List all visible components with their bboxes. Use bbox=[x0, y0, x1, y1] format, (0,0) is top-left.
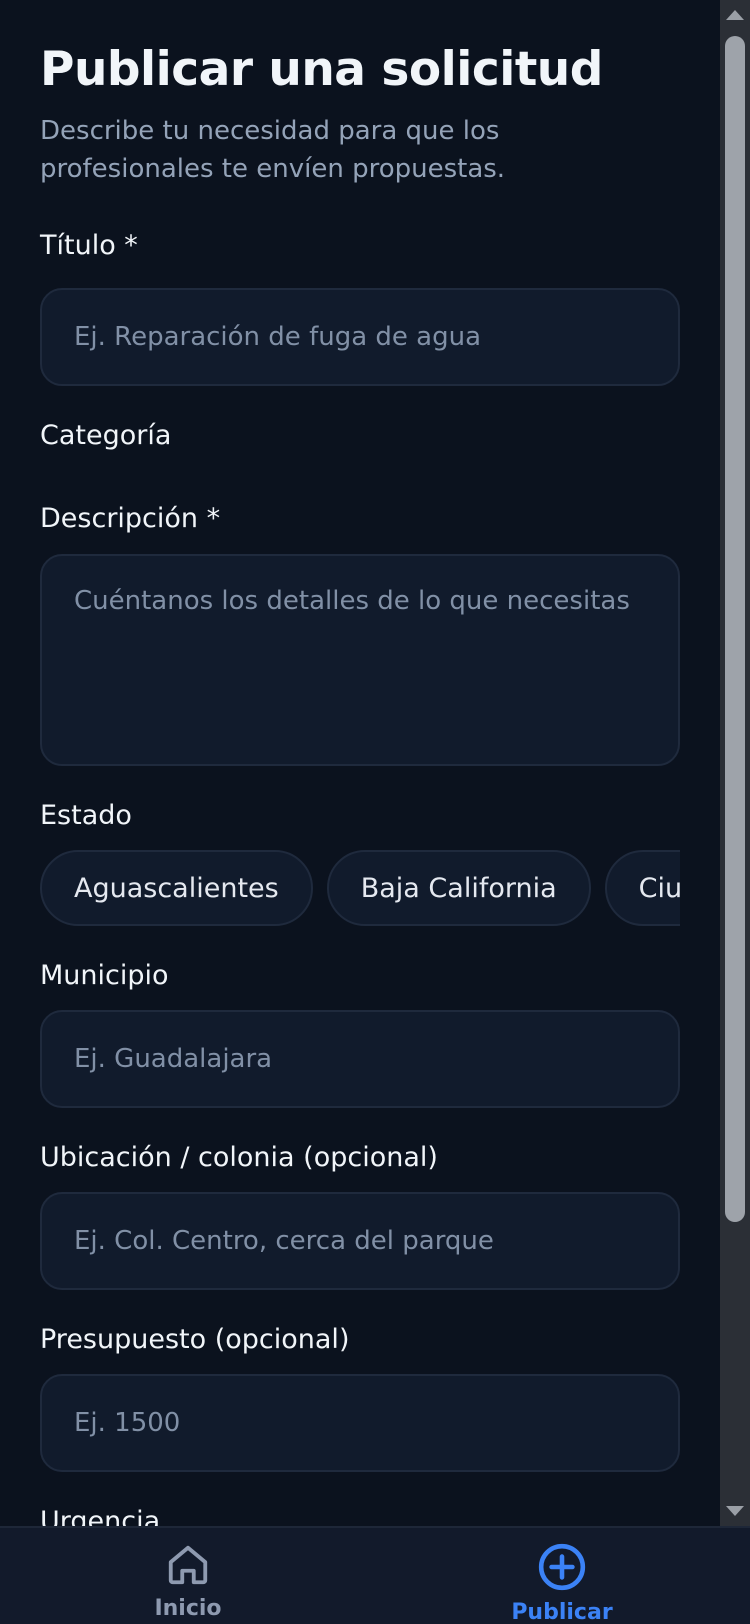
presupuesto-input[interactable]: Ej. 1500 bbox=[40, 1374, 680, 1472]
scrollbar[interactable] bbox=[720, 0, 750, 1528]
nav-label-publicar: Publicar bbox=[511, 1600, 613, 1624]
categoria-label: Categoría bbox=[40, 420, 172, 451]
ubicacion-placeholder: Ej. Col. Centro, cerca del parque bbox=[74, 1226, 494, 1256]
descripcion-placeholder: Cuéntanos los detalles de lo que necesit… bbox=[74, 586, 630, 616]
estado-chip-ciudad-de-mexico[interactable]: Ciudad de México bbox=[604, 850, 680, 926]
nav-item-publicar[interactable]: Publicar bbox=[462, 1528, 662, 1624]
municipio-label: Municipio bbox=[40, 960, 169, 991]
presupuesto-placeholder: Ej. 1500 bbox=[74, 1408, 181, 1438]
titulo-input[interactable]: Ej. Reparación de fuga de agua bbox=[40, 288, 680, 386]
ubicacion-input[interactable]: Ej. Col. Centro, cerca del parque bbox=[40, 1192, 680, 1290]
nav-label-inicio: Inicio bbox=[154, 1596, 222, 1621]
estado-chip-baja-california[interactable]: Baja California bbox=[326, 850, 591, 926]
estado-label: Estado bbox=[40, 800, 132, 831]
presupuesto-label: Presupuesto (opcional) bbox=[40, 1324, 350, 1355]
home-icon bbox=[168, 1545, 208, 1585]
titulo-label: Título * bbox=[40, 230, 138, 261]
scroll-thumb[interactable] bbox=[725, 36, 745, 1222]
page-subtitle: Describe tu necesidad para que los profe… bbox=[40, 116, 506, 184]
descripcion-textarea[interactable]: Cuéntanos los detalles de lo que necesit… bbox=[40, 554, 680, 766]
estado-chip-row[interactable]: AguascalientesBaja CaliforniaCiudad de M… bbox=[40, 850, 680, 926]
municipio-input[interactable]: Ej. Guadalajara bbox=[40, 1010, 680, 1108]
bottom-nav: Inicio Publicar bbox=[0, 1526, 750, 1624]
descripcion-label: Descripción * bbox=[40, 503, 221, 534]
scroll-down-arrow-icon[interactable] bbox=[726, 1506, 744, 1516]
estado-chip-aguascalientes[interactable]: Aguascalientes bbox=[40, 850, 313, 926]
nav-item-inicio[interactable]: Inicio bbox=[88, 1528, 288, 1624]
screen: Publicar una solicitud Describe tu neces… bbox=[0, 0, 750, 1624]
ubicacion-label: Ubicación / colonia (opcional) bbox=[40, 1142, 438, 1173]
plus-circle-icon bbox=[538, 1543, 586, 1591]
scroll-up-arrow-icon[interactable] bbox=[726, 10, 744, 20]
page-title: Publicar una solicitud bbox=[40, 42, 603, 97]
municipio-placeholder: Ej. Guadalajara bbox=[74, 1044, 273, 1074]
titulo-placeholder: Ej. Reparación de fuga de agua bbox=[74, 322, 482, 352]
